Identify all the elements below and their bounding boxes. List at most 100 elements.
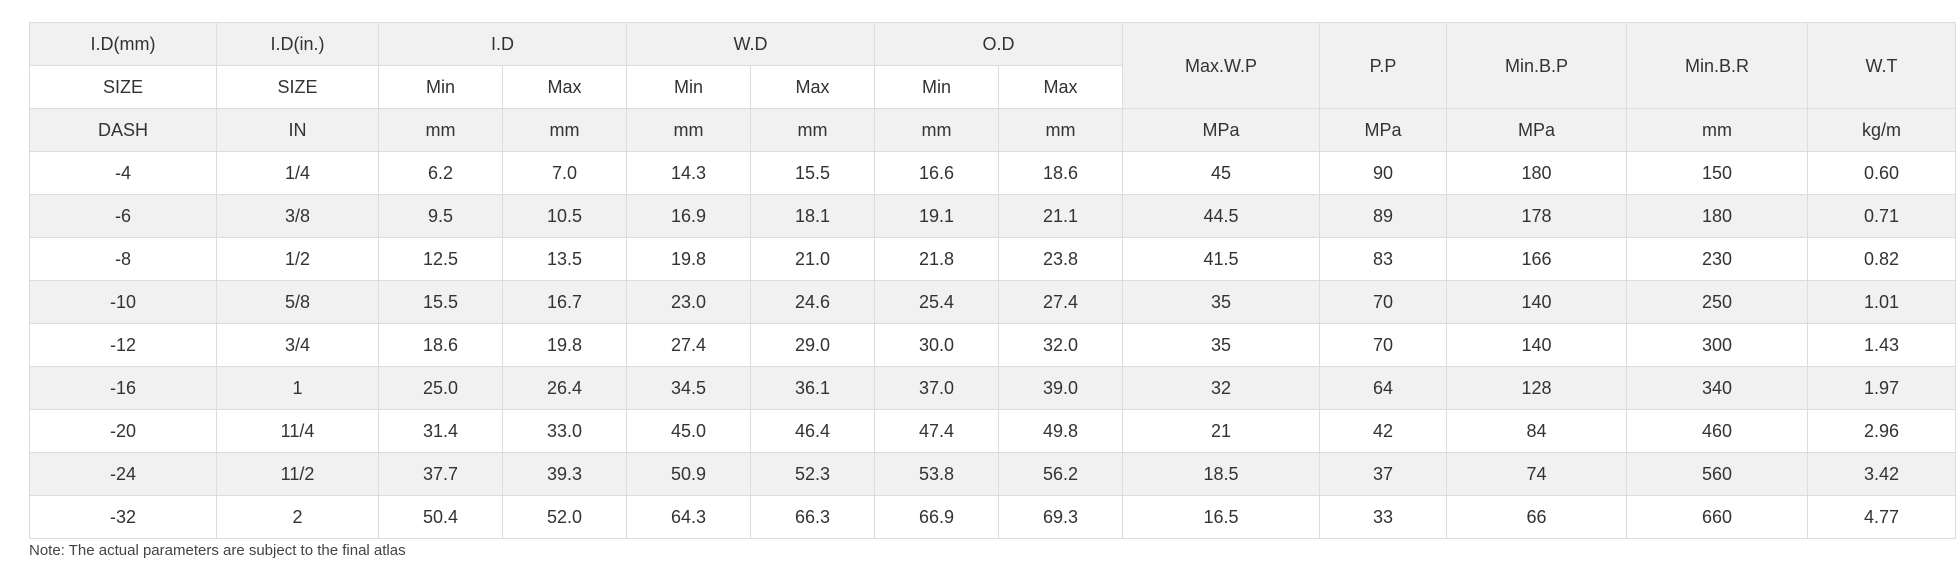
table-cell: -10 (29, 280, 217, 324)
table-cell: 460 (1626, 409, 1809, 453)
table-cell: 300 (1626, 323, 1809, 367)
header2-cell: Max (998, 65, 1124, 109)
header-min-br: Min.B.R (1626, 22, 1809, 109)
unit-cell: kg/m (1807, 108, 1956, 152)
table-cell: -32 (29, 495, 217, 539)
table-cell: -8 (29, 237, 217, 281)
header-max-wp: Max.W.P (1122, 22, 1321, 109)
unit-cell: MPa (1446, 108, 1628, 152)
unit-cell: mm (874, 108, 1000, 152)
table-cell: 3/8 (216, 194, 379, 238)
table-cell: 47.4 (874, 409, 1000, 453)
table-cell: 21.0 (750, 237, 876, 281)
table-body: -4 1/4 6.2 7.0 14.3 15.5 16.6 18.6 45 90 180 150 0.6… (29, 151, 1956, 539)
table-cell: 37 (1319, 452, 1448, 496)
table-cell: 25.0 (378, 366, 503, 410)
table-cell: 30.0 (874, 323, 1000, 367)
table-cell: 6.2 (378, 151, 503, 195)
unit-cell: mm (501, 108, 628, 152)
table-cell: 0.60 (1807, 151, 1956, 195)
table-cell: 50.9 (626, 452, 752, 496)
table-cell: 11/4 (216, 409, 379, 453)
table-cell: 49.8 (998, 409, 1124, 453)
table-cell: 32 (1122, 366, 1321, 410)
unit-cell: mm (378, 108, 503, 152)
table-cell: 19.8 (501, 323, 628, 367)
table-cell: 230 (1626, 237, 1809, 281)
header-id-in: I.D(in.) (216, 22, 379, 66)
spec-table-container: I.D(mm) I.D(in.) I.D W.D O.D Max.W.P P.P… (29, 22, 1956, 539)
unit-cell: mm (750, 108, 876, 152)
table-cell: -24 (29, 452, 217, 496)
table-cell: 50.4 (378, 495, 503, 539)
table-cell: 66 (1446, 495, 1628, 539)
header2-cell: Max (750, 65, 876, 109)
table-cell: 45 (1122, 151, 1321, 195)
table-cell: 31.4 (378, 409, 503, 453)
table-cell: 4.77 (1807, 495, 1956, 539)
table-cell: 83 (1319, 237, 1448, 281)
table-cell: 37.7 (378, 452, 503, 496)
unit-cell: DASH (29, 108, 217, 152)
table-cell: 5/8 (216, 280, 379, 324)
table-row: -16 1 25.0 26.4 34.5 36.1 37.0 39.0 32 64 128 340 1.… (29, 366, 1956, 410)
table-cell: 21 (1122, 409, 1321, 453)
table-cell: 52.0 (501, 495, 628, 539)
table-note: Note: The actual parameters are subject … (29, 542, 406, 559)
table-cell: 23.8 (998, 237, 1124, 281)
hose-spec-table: I.D(mm) I.D(in.) I.D W.D O.D Max.W.P P.P… (29, 22, 1956, 539)
header-wt: W.T (1807, 22, 1956, 109)
table-cell: 1.43 (1807, 323, 1956, 367)
table-row: -12 3/4 18.6 19.8 27.4 29.0 30.0 32.0 35 70 140 300… (29, 323, 1956, 367)
table-cell: 74 (1446, 452, 1628, 496)
table-cell: 12.5 (378, 237, 503, 281)
header2-cell: Max (501, 65, 628, 109)
table-cell: 66.9 (874, 495, 1000, 539)
table-cell: 16.5 (1122, 495, 1321, 539)
table-cell: 26.4 (501, 366, 628, 410)
table-cell: 140 (1446, 280, 1628, 324)
table-cell: 39.0 (998, 366, 1124, 410)
table-cell: 140 (1446, 323, 1628, 367)
table-cell: 150 (1626, 151, 1809, 195)
table-cell: 42 (1319, 409, 1448, 453)
table-row: -4 1/4 6.2 7.0 14.3 15.5 16.6 18.6 45 90 180 150 0.6… (29, 151, 1956, 195)
table-cell: 44.5 (1122, 194, 1321, 238)
table-cell: 27.4 (626, 323, 752, 367)
table-cell: 180 (1626, 194, 1809, 238)
table-cell: 70 (1319, 323, 1448, 367)
header-min-bp: Min.B.P (1446, 22, 1628, 109)
table-cell: 84 (1446, 409, 1628, 453)
header-id: I.D (377, 22, 628, 66)
table-row: -8 1/2 12.5 13.5 19.8 21.0 21.8 23.8 41.5 83 166 23… (29, 237, 1956, 281)
table-cell: 25.4 (874, 280, 1000, 324)
table-cell: 15.5 (378, 280, 503, 324)
table-row: -6 3/8 9.5 10.5 16.9 18.1 19.1 21.1 44.5 89 178 180… (29, 194, 1956, 238)
table-row: -24 11/2 37.7 39.3 50.9 52.3 53.8 56.2 18.5 37 74 5… (29, 452, 1956, 496)
header-wd: W.D (626, 22, 876, 66)
table-cell: 7.0 (501, 151, 628, 195)
header-id-mm: I.D(mm) (29, 22, 217, 66)
table-cell: 18.1 (750, 194, 876, 238)
header-row-1: I.D(mm) I.D(in.) I.D W.D O.D Max.W.P P.P… (29, 22, 1956, 109)
table-cell: -12 (29, 323, 217, 367)
table-cell: 21.1 (998, 194, 1124, 238)
table-cell: 35 (1122, 323, 1321, 367)
table-cell: 250 (1626, 280, 1809, 324)
table-cell: 32.0 (998, 323, 1124, 367)
table-row: -10 5/8 15.5 16.7 23.0 24.6 25.4 27.4 35 70 140 250… (29, 280, 1956, 324)
table-cell: 9.5 (378, 194, 503, 238)
unit-cell: mm (1626, 108, 1809, 152)
table-cell: 1 (216, 366, 379, 410)
table-cell: 33.0 (501, 409, 628, 453)
table-cell: 3/4 (216, 323, 379, 367)
unit-cell: mm (626, 108, 752, 152)
table-cell: 46.4 (750, 409, 876, 453)
table-cell: 36.1 (750, 366, 876, 410)
table-cell: 24.6 (750, 280, 876, 324)
table-cell: -4 (29, 151, 217, 195)
table-cell: 33 (1319, 495, 1448, 539)
header-pp: P.P (1319, 22, 1448, 109)
table-cell: 64 (1319, 366, 1448, 410)
unit-cell: MPa (1319, 108, 1448, 152)
